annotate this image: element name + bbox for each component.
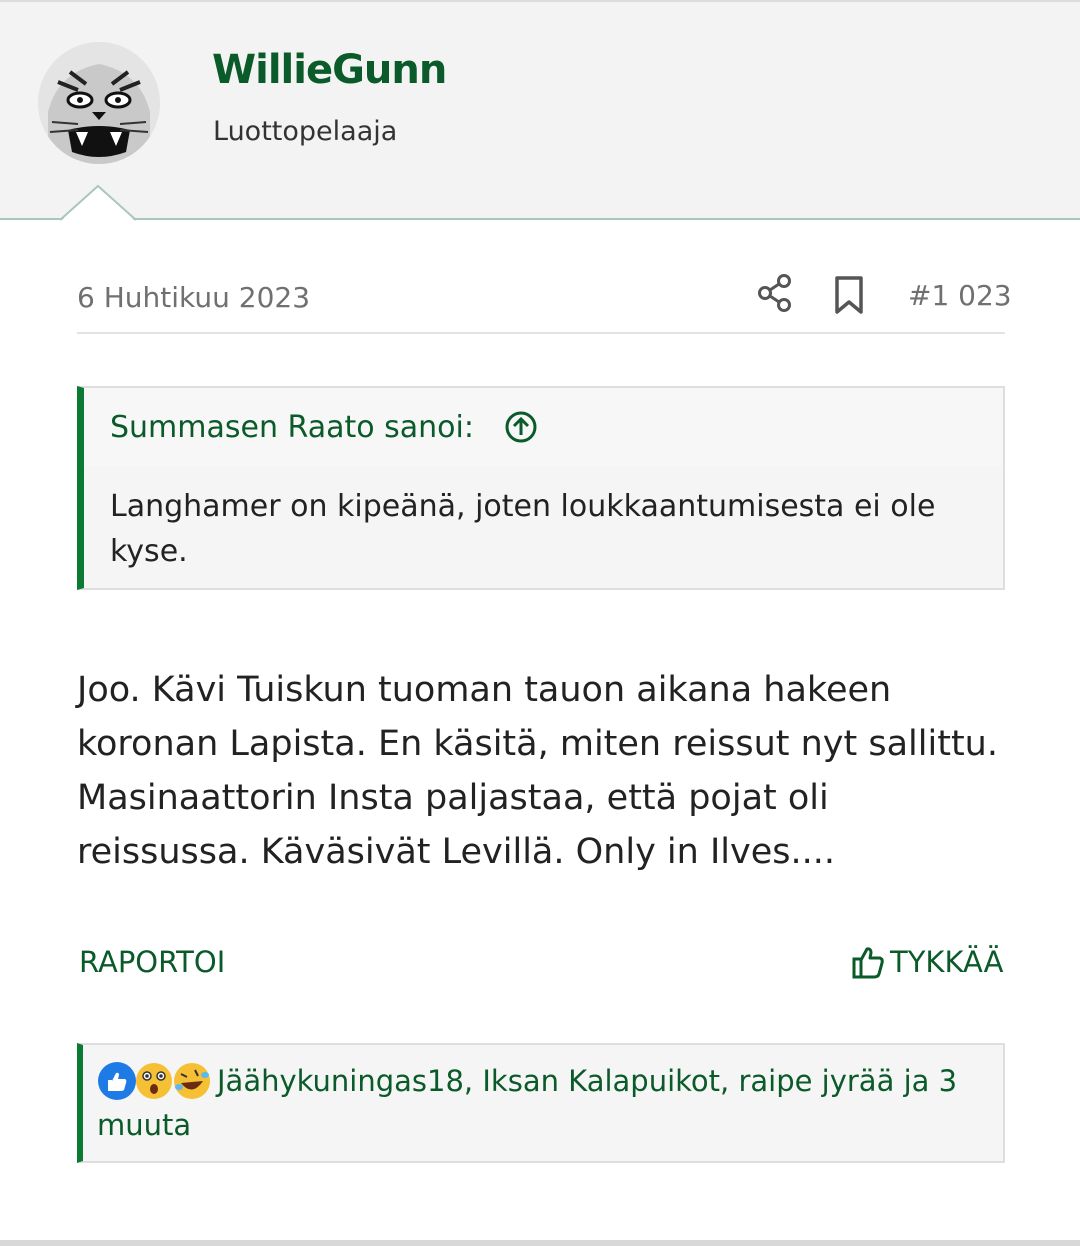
- share-icon[interactable]: [756, 273, 794, 313]
- post-number[interactable]: #1 023: [908, 276, 1012, 316]
- post-meta-divider: [77, 332, 1005, 334]
- user-title: Luottopelaaja: [213, 116, 398, 147]
- reaction-users-more[interactable]: muuta: [97, 1105, 191, 1145]
- like-label: TYKKÄÄ: [890, 945, 1004, 979]
- bookmark-icon[interactable]: [832, 275, 866, 315]
- report-button[interactable]: RAPORTOI: [79, 942, 225, 982]
- thumbs-up-icon: [852, 947, 884, 979]
- post-bottom-rule: [0, 1240, 1080, 1246]
- quote-block: Summasen Raato sanoi: Langhamer on kipeä…: [77, 386, 1005, 590]
- header-pointer: [60, 184, 136, 222]
- like-button[interactable]: TYKKÄÄ: [852, 940, 1003, 984]
- haha-reaction-icon: [174, 1063, 210, 1099]
- quote-author[interactable]: Summasen Raato sanoi:: [110, 408, 474, 448]
- jump-to-quote-icon[interactable]: [504, 410, 538, 444]
- lynx-avatar-icon: [38, 42, 160, 164]
- reaction-icons: [98, 1062, 210, 1100]
- reactions-summary[interactable]: Jäähykuningas18, Iksan Kalapuikot, raipe…: [77, 1043, 1005, 1163]
- quote-text: Langhamer on kipeänä, joten loukkaantumi…: [110, 489, 936, 569]
- post-body: Joo. Kävi Tuiskun tuoman tauon aikana ha…: [77, 670, 998, 872]
- header-divider: [0, 218, 1080, 220]
- user-avatar[interactable]: [38, 42, 160, 164]
- post-author-header: WillieGunn Luottopelaaja: [0, 0, 1080, 219]
- post-date[interactable]: 6 Huhtikuu 2023: [77, 278, 310, 318]
- username[interactable]: WillieGunn: [212, 42, 447, 98]
- wow-reaction-icon: [136, 1063, 172, 1099]
- like-reaction-icon: [98, 1062, 136, 1100]
- reaction-users[interactable]: Jäähykuningas18, Iksan Kalapuikot, raipe…: [217, 1061, 957, 1101]
